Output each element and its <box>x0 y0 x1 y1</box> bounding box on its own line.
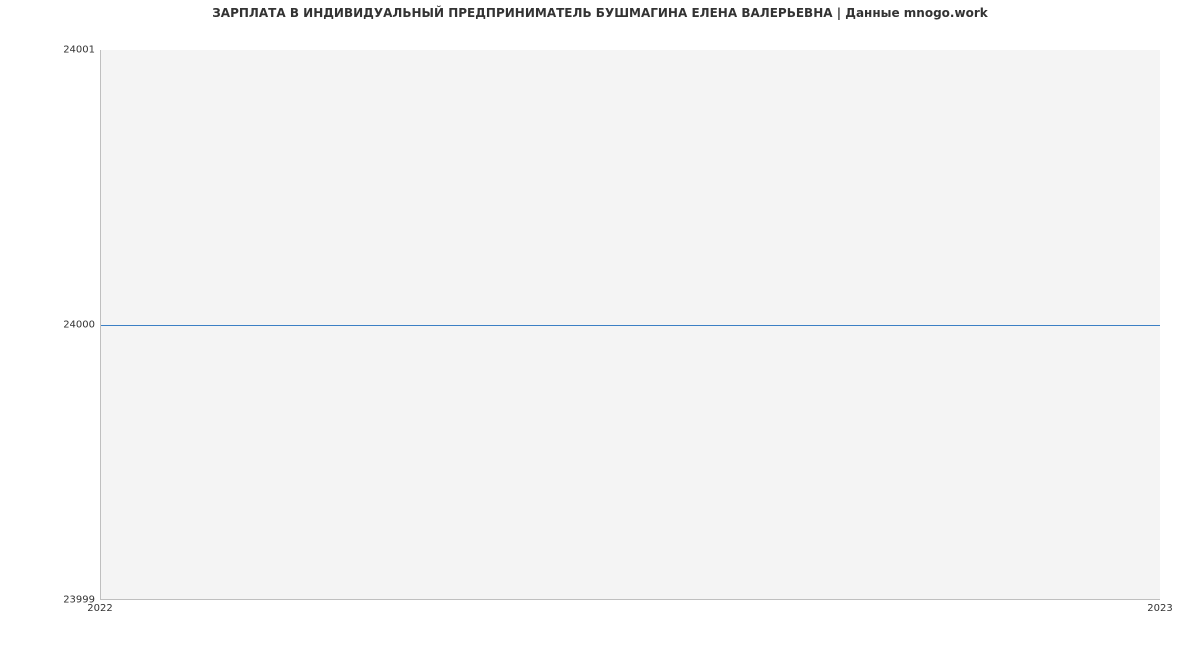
plot-area <box>100 50 1160 600</box>
x-tick-right: 2023 <box>1147 603 1172 614</box>
x-tick-left: 2022 <box>87 603 112 614</box>
series-line <box>101 325 1160 326</box>
plot-inner <box>101 50 1160 599</box>
y-tick-top: 24001 <box>0 45 95 56</box>
chart-title: ЗАРПЛАТА В ИНДИВИДУАЛЬНЫЙ ПРЕДПРИНИМАТЕЛ… <box>0 6 1200 20</box>
chart-container: ЗАРПЛАТА В ИНДИВИДУАЛЬНЫЙ ПРЕДПРИНИМАТЕЛ… <box>0 0 1200 650</box>
y-tick-mid: 24000 <box>0 320 95 331</box>
y-tick-bottom: 23999 <box>0 595 95 606</box>
